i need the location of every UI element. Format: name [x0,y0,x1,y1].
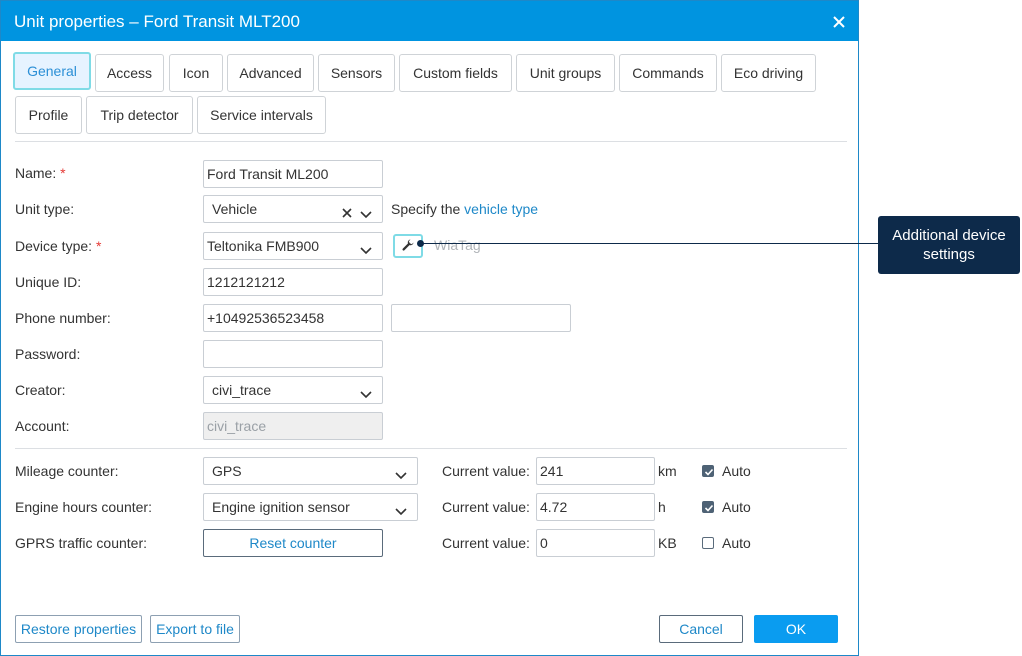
unique-id-input[interactable]: 1212121212 [203,268,383,296]
tab-sensors[interactable]: Sensors [318,54,395,92]
account-label: Account: [15,418,70,434]
tab-custom-fields[interactable]: Custom fields [399,54,512,92]
unit-type-select[interactable]: Vehicle [203,195,383,223]
device-type-label: Device type: * [15,238,101,254]
phone-input-2[interactable] [391,304,571,332]
gprs-unit: KB [658,535,677,551]
gprs-current-label: Current value: [442,535,530,551]
mileage-counter-label: Mileage counter: [15,463,119,479]
engine-hours-value: Engine ignition sensor [212,499,350,515]
required-mark: * [60,165,66,181]
gprs-current-input[interactable]: 0 [536,529,655,557]
clear-icon[interactable] [342,205,352,218]
mileage-unit: km [658,463,677,479]
unit-type-value: Vehicle [212,201,258,217]
name-input[interactable]: Ford Transit ML200 [203,160,383,188]
gprs-auto-label: Auto [722,535,751,551]
account-input: civi_trace [203,412,383,440]
creator-select[interactable]: civi_trace [203,376,383,404]
tab-unit-groups[interactable]: Unit groups [516,54,615,92]
tab-trip-detector[interactable]: Trip detector [86,96,193,134]
chevron-down-icon[interactable] [360,206,372,219]
password-label: Password: [15,346,81,362]
reset-counter-button[interactable]: Reset counter [203,529,383,557]
engine-auto-label: Auto [722,499,751,515]
vehicle-type-hint: Specify the vehicle type [391,201,538,217]
chevron-down-icon[interactable] [395,503,407,516]
mileage-counter-value: GPS [212,463,242,479]
mileage-current-label: Current value: [442,463,530,479]
creator-value: civi_trace [212,382,272,398]
divider [15,448,847,449]
callout-dot [417,240,424,247]
mileage-counter-select[interactable]: GPS [203,457,418,485]
wrench-icon [401,238,415,255]
hint-prefix: Specify the [391,201,461,217]
dialog-titlebar: Unit properties – Ford Transit MLT200 [1,1,858,41]
mileage-auto-label: Auto [722,463,751,479]
engine-hours-select[interactable]: Engine ignition sensor [203,493,418,521]
engine-unit: h [658,499,666,515]
tab-advanced[interactable]: Advanced [227,54,314,92]
engine-auto-checkbox[interactable] [702,501,714,513]
tab-icon[interactable]: Icon [169,54,223,92]
engine-current-input[interactable]: 4.72 [536,493,655,521]
restore-properties-button[interactable]: Restore properties [15,615,142,643]
unit-type-label: Unit type: [15,201,75,217]
divider [15,141,847,142]
engine-hours-label: Engine hours counter: [15,499,152,515]
gprs-counter-label: GPRS traffic counter: [15,535,148,551]
callout-additional-device-settings: Additional device settings [878,216,1020,274]
chevron-down-icon[interactable] [360,242,372,255]
engine-current-label: Current value: [442,499,530,515]
name-label: Name: * [15,165,66,181]
password-input[interactable] [203,340,383,368]
ok-button[interactable]: OK [754,615,838,643]
mileage-current-input[interactable]: 241 [536,457,655,485]
callout-line [421,243,878,244]
tab-access[interactable]: Access [95,54,164,92]
name-label-text: Name: [15,165,57,181]
export-to-file-button[interactable]: Export to file [150,615,240,643]
device-type-value: Teltonika FMB900 [207,238,320,254]
mileage-auto-checkbox[interactable] [702,465,714,477]
creator-label: Creator: [15,382,66,398]
close-icon[interactable] [830,13,848,31]
tab-eco-driving[interactable]: Eco driving [721,54,816,92]
tab-profile[interactable]: Profile [15,96,82,134]
device-type-ghost-text: WiaTag [434,237,481,253]
tab-service-intervals[interactable]: Service intervals [197,96,326,134]
required-mark: * [95,238,102,254]
chevron-down-icon[interactable] [395,467,407,480]
phone-label: Phone number: [15,310,111,326]
gprs-auto-checkbox[interactable] [702,537,714,549]
device-type-select[interactable]: Teltonika FMB900 [203,232,383,260]
cancel-button[interactable]: Cancel [659,615,743,643]
unique-id-label: Unique ID: [15,274,82,290]
tab-commands[interactable]: Commands [619,54,717,92]
vehicle-type-link[interactable]: vehicle type [464,201,538,217]
device-type-label-text: Device type: [15,238,93,254]
chevron-down-icon[interactable] [360,386,372,399]
phone-input[interactable]: +10492536523458 [203,304,383,332]
dialog-title: Unit properties – Ford Transit MLT200 [14,12,300,31]
tab-general[interactable]: General [13,52,91,90]
unit-properties-dialog: Unit properties – Ford Transit MLT200 Ge… [0,0,859,656]
